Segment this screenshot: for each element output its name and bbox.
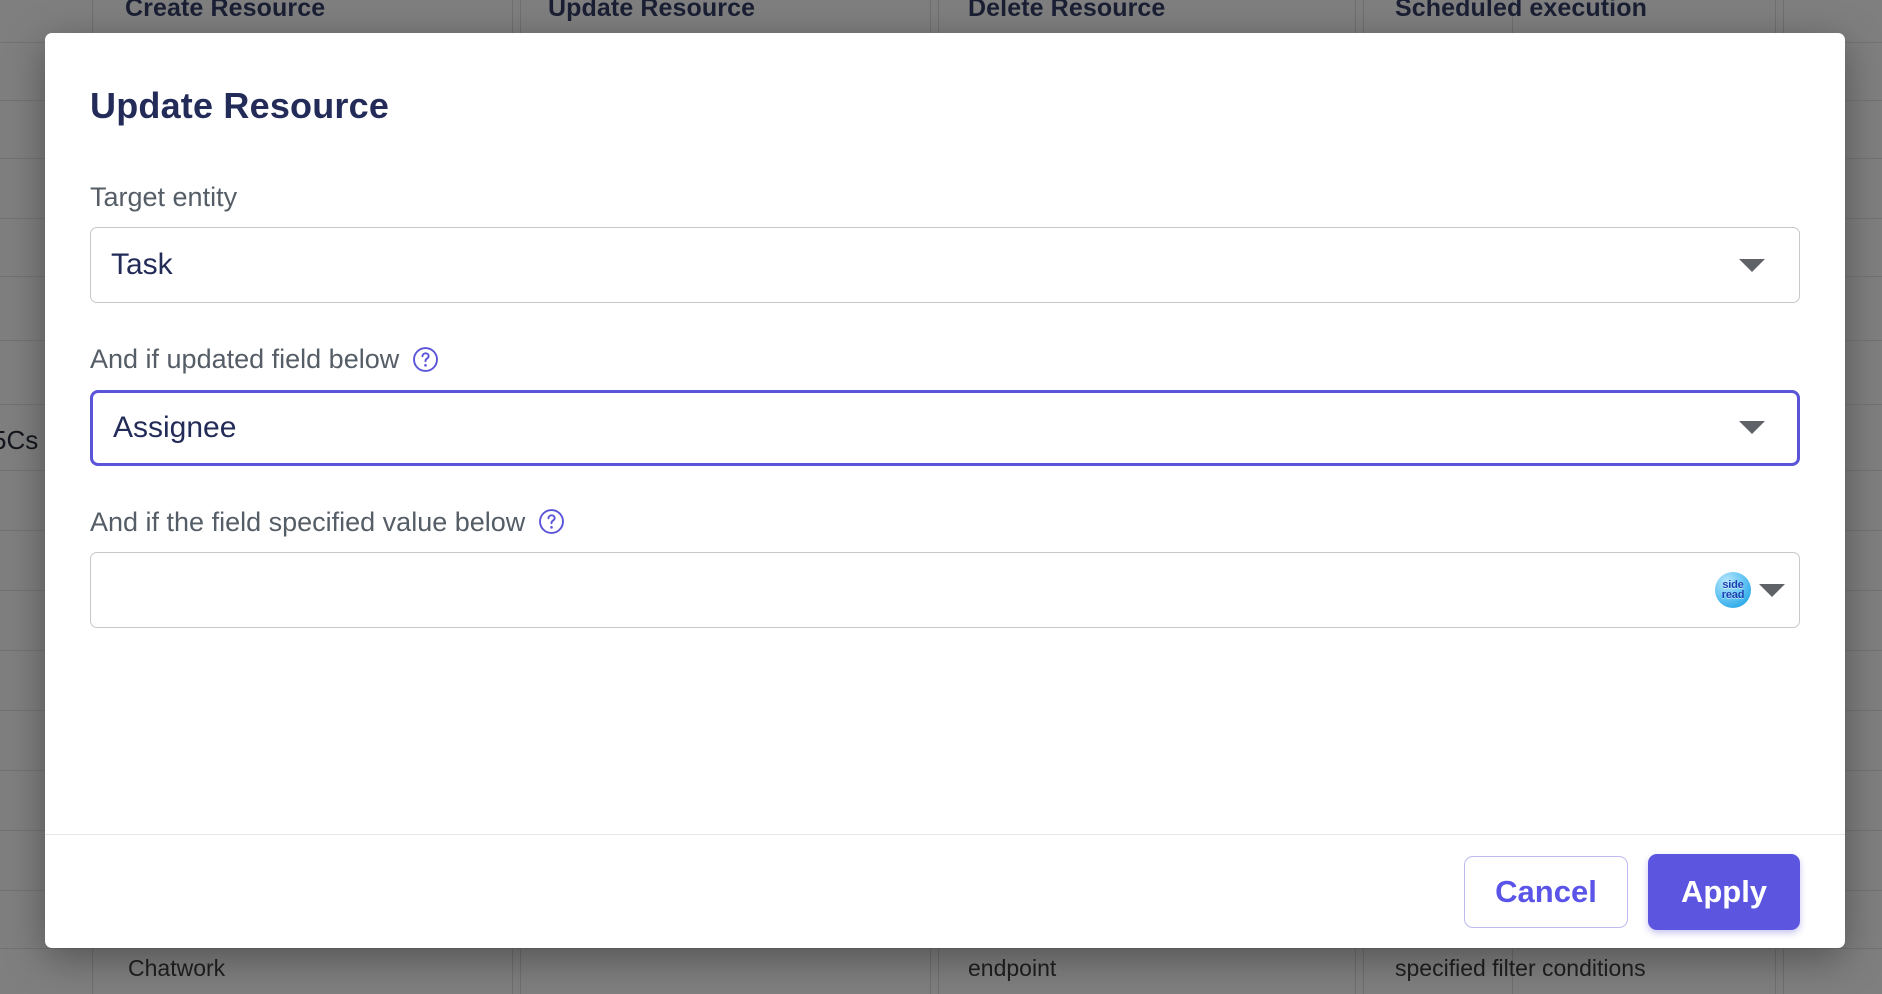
field-label-updated-field: And if updated field below bbox=[90, 343, 1800, 375]
field-group-specified-value: And if the field specified value below s… bbox=[90, 506, 1800, 628]
target-entity-select[interactable]: Task bbox=[90, 227, 1800, 303]
help-circle-icon[interactable] bbox=[538, 508, 565, 535]
updated-field-value: Assignee bbox=[113, 413, 1731, 443]
avatar-line-2: read bbox=[1722, 590, 1744, 600]
chevron-down-icon bbox=[1739, 421, 1765, 434]
dialog-body: Update Resource Target entity Task And i… bbox=[45, 33, 1845, 834]
avatar: side read bbox=[1715, 572, 1751, 608]
dialog-title: Update Resource bbox=[90, 85, 1800, 127]
field-label-text: And if the field specified value below bbox=[90, 506, 525, 538]
field-label-text: Target entity bbox=[90, 181, 237, 213]
specified-value-select[interactable]: side read bbox=[90, 552, 1800, 628]
updated-field-select[interactable]: Assignee bbox=[90, 390, 1800, 466]
update-resource-dialog: Update Resource Target entity Task And i… bbox=[45, 33, 1845, 948]
cancel-button[interactable]: Cancel bbox=[1464, 856, 1628, 928]
target-entity-value: Task bbox=[111, 250, 1731, 280]
field-label-text: And if updated field below bbox=[90, 343, 399, 375]
chevron-down-icon bbox=[1759, 584, 1785, 597]
field-group-target-entity: Target entity Task bbox=[90, 181, 1800, 303]
field-label-specified-value: And if the field specified value below bbox=[90, 506, 1800, 538]
apply-button[interactable]: Apply bbox=[1648, 854, 1800, 930]
field-label-target-entity: Target entity bbox=[90, 181, 1800, 213]
chevron-down-icon bbox=[1739, 259, 1765, 272]
field-group-updated-field: And if updated field below Assignee bbox=[90, 343, 1800, 465]
dialog-footer: Cancel Apply bbox=[45, 834, 1845, 948]
help-circle-icon[interactable] bbox=[412, 346, 439, 373]
